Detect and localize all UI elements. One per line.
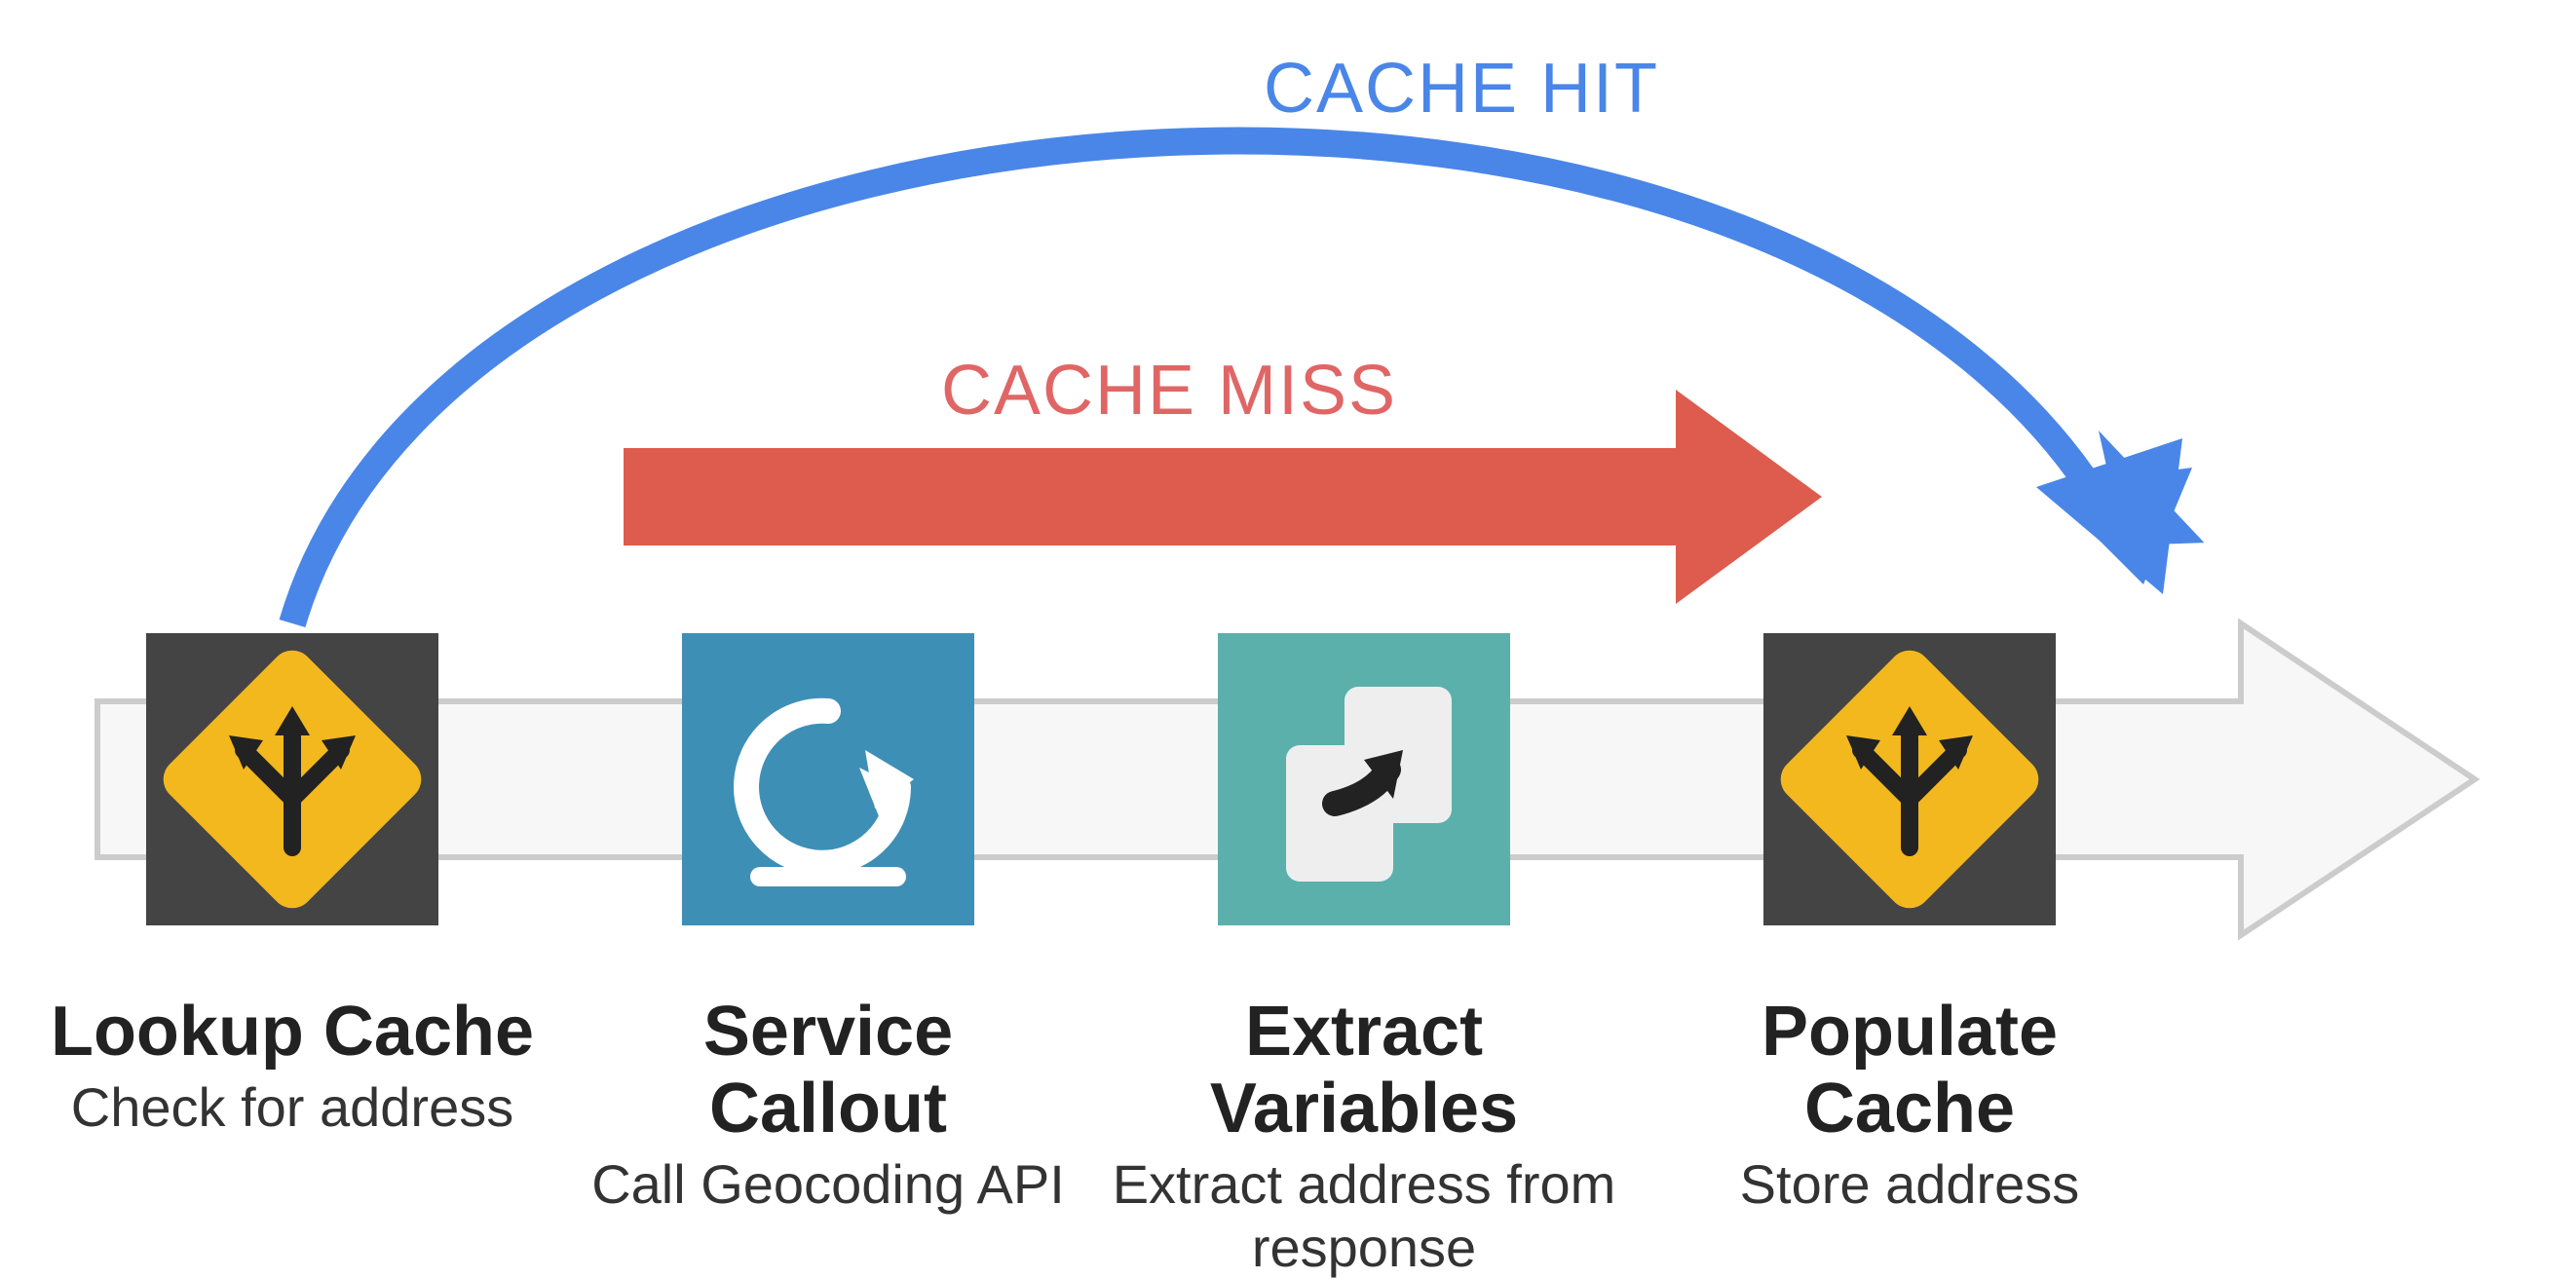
lookup-cache-step: Lookup Cache Check for address [39,994,546,1140]
service-callout-title: Service Callout [575,994,1081,1147]
lookup-cache-title: Lookup Cache [39,994,546,1071]
populate-cache-step: Populate Cache Store address [1656,994,2163,1217]
diagram-canvas: CACHE HIT CACHE MISS [0,0,2576,1243]
extract-variables-sub: Extract address from response [1111,1153,1617,1279]
lookup-cache-sub: Check for address [39,1076,546,1139]
extract-variables-title: Extract Variables [1111,994,1617,1147]
service-callout-sub: Call Geocoding API [575,1153,1081,1216]
service-callout-step: Service Callout Call Geocoding API [575,994,1081,1217]
extract-variables-step: Extract Variables Extract address from r… [1111,994,1617,1279]
populate-cache-sub: Store address [1656,1153,2163,1216]
populate-cache-title: Populate Cache [1656,994,2163,1147]
